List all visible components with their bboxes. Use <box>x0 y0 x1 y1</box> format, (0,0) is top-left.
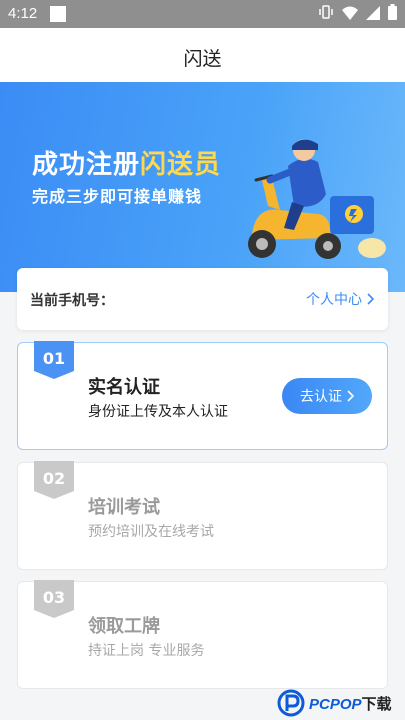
pcpop-watermark: PCPOP下载 <box>275 686 405 720</box>
step-badge: 03 <box>34 580 74 618</box>
step-description: 预约培训及在线考试 <box>88 524 214 540</box>
personal-center-link[interactable]: 个人中心 <box>306 289 374 309</box>
step-title: 领取工牌 <box>88 616 160 637</box>
signal-icon <box>366 5 380 24</box>
chevron-right-icon <box>347 390 354 402</box>
banner-title-main: 成功注册 <box>32 150 141 180</box>
nav-bar: 闪送 <box>0 28 405 82</box>
step-title: 培训考试 <box>88 497 160 518</box>
vibrate-icon <box>318 4 334 24</box>
banner-title-highlight: 闪送员 <box>140 150 222 180</box>
step-card-verification: 01 实名认证 身份证上传及本人认证 去认证 <box>17 341 388 450</box>
step-description: 持证上岗 专业服务 <box>88 643 205 659</box>
step-badge: 01 <box>34 341 74 379</box>
step-title: 实名认证 <box>88 377 160 398</box>
watermark-text: PCPOP下载 <box>309 693 392 714</box>
status-icons <box>318 4 397 24</box>
status-time: 4:12 <box>8 5 38 22</box>
phone-number-card: 当前手机号： 个人中心 <box>17 268 388 330</box>
step-card-badge: 03 领取工牌 持证上岗 专业服务 <box>17 580 388 689</box>
banner-title: 成功注册闪送员 <box>32 144 221 181</box>
wifi-icon <box>342 5 358 24</box>
personal-center-label: 个人中心 <box>306 292 362 308</box>
status-bar: 4:12 <box>0 0 405 28</box>
page-title: 闪送 <box>183 48 222 70</box>
step-number: 03 <box>43 588 65 607</box>
watermark-brand: PCPOP <box>309 695 362 713</box>
registration-banner: 成功注册闪送员 完成三步即可接单赚钱 <box>0 82 405 292</box>
step-description: 身份证上传及本人认证 <box>88 404 228 420</box>
go-verify-label: 去认证 <box>300 388 342 404</box>
step-number: 02 <box>43 469 65 488</box>
step-card-training: 02 培训考试 预约培训及在线考试 <box>17 461 388 570</box>
step-badge: 02 <box>34 461 74 499</box>
banner-subtitle: 完成三步即可接单赚钱 <box>32 187 203 206</box>
chevron-right-icon <box>367 293 374 305</box>
watermark-suffix: 下载 <box>361 695 392 713</box>
battery-icon <box>388 4 397 24</box>
phone-number-label: 当前手机号： <box>30 293 114 309</box>
go-verify-button[interactable]: 去认证 <box>282 378 372 414</box>
notification-icon <box>50 6 66 22</box>
step-number: 01 <box>43 349 65 368</box>
courier-scooter-illustration <box>248 139 386 259</box>
pcpop-logo-icon <box>277 689 305 717</box>
